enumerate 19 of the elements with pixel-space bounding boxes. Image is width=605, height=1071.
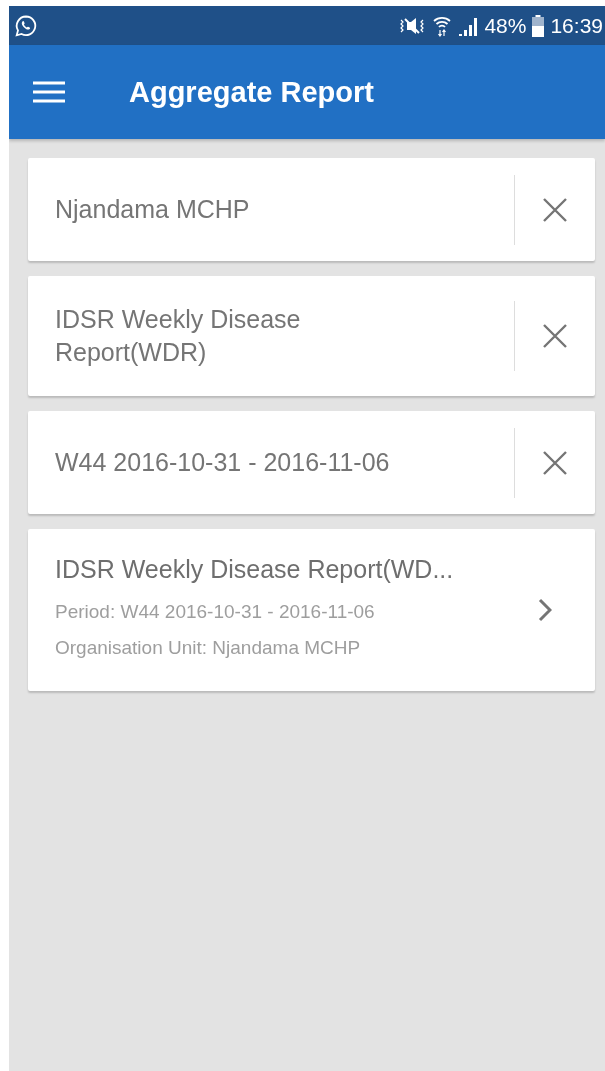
battery-icon: [532, 14, 545, 37]
wifi-icon: [432, 14, 453, 37]
menu-icon[interactable]: [33, 81, 65, 103]
report-org-unit: Organisation Unit: Njandama MCHP: [55, 635, 362, 660]
filter-value[interactable]: W44 2016-10-31 - 2016-11-06: [28, 446, 514, 479]
report-period: Period: W44 2016-10-31 - 2016-11-06: [55, 599, 376, 624]
close-icon[interactable]: [543, 197, 567, 222]
chat-bubble-icon: [14, 13, 38, 38]
report-card[interactable]: IDSR Weekly Disease Report(WD... Period: W44 2016-10-31 - 2016-11-06 Organisation Unit: Njandama MCHP: [28, 529, 595, 691]
clock-time: 16:39: [550, 13, 603, 38]
filter-value[interactable]: Njandama MCHP: [28, 193, 514, 226]
filter-value[interactable]: IDSR Weekly Disease Report(WDR): [28, 303, 514, 369]
battery-percentage: 48%: [484, 13, 527, 38]
signal-icon: [458, 15, 479, 36]
report-title: IDSR Weekly Disease Report(WD...: [55, 554, 455, 584]
chevron-right-icon: [538, 598, 552, 622]
screen-title: Aggregate Report: [129, 75, 374, 109]
close-icon[interactable]: [543, 450, 567, 475]
close-icon[interactable]: [543, 324, 567, 348]
